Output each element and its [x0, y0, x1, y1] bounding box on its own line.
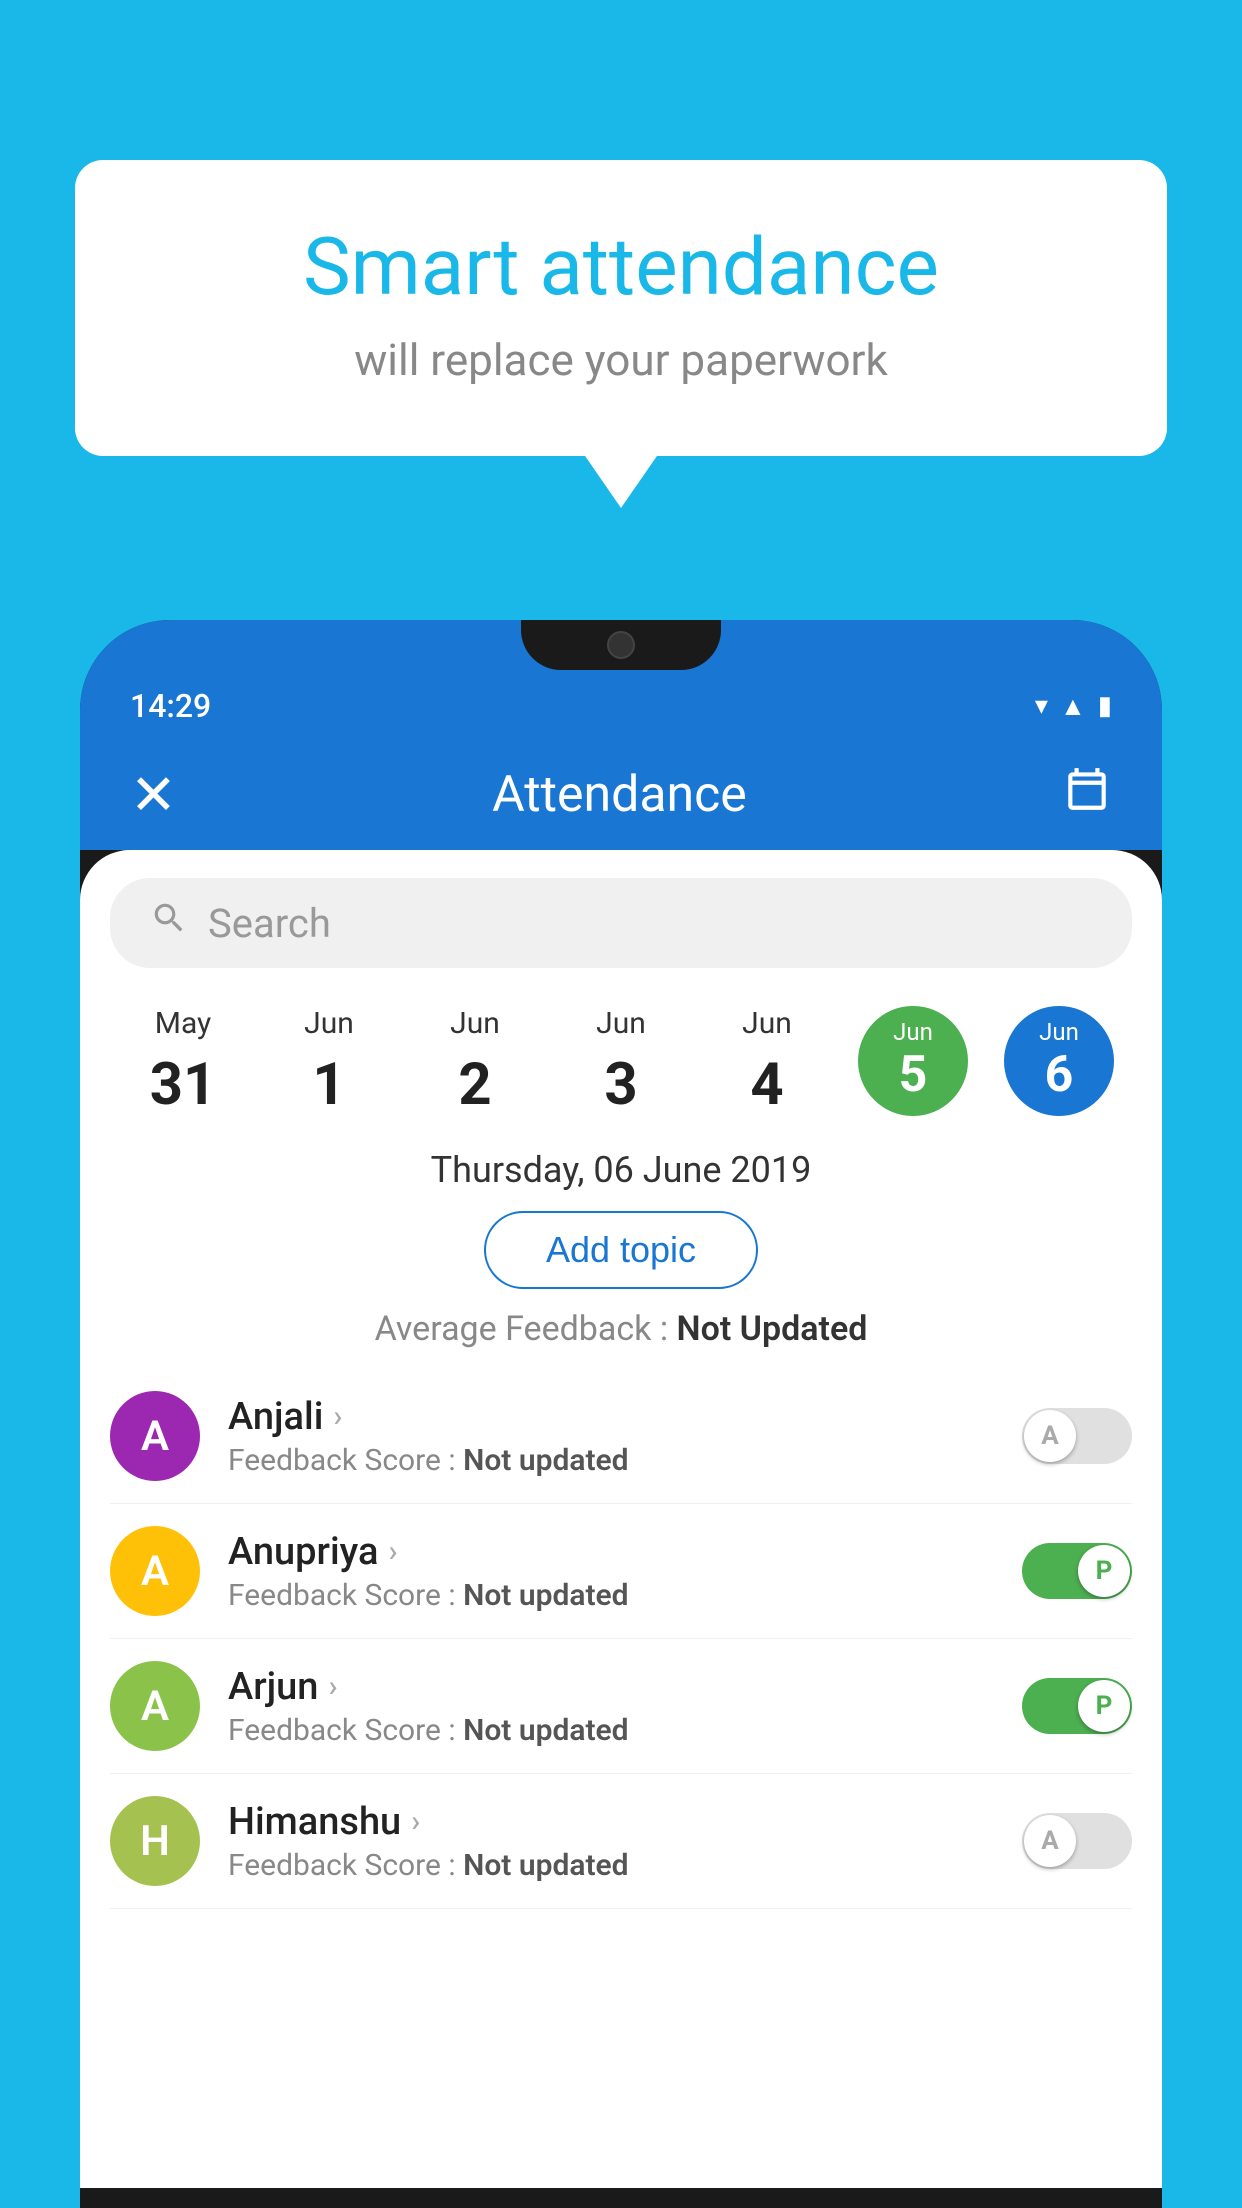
- date-month: Jun: [596, 1006, 646, 1041]
- top-bar-title: Attendance: [492, 766, 747, 824]
- speech-bubble-container: Smart attendance will replace your paper…: [75, 160, 1167, 456]
- toggle-container[interactable]: P: [1022, 1543, 1132, 1599]
- date-num: 3: [604, 1051, 637, 1119]
- chevron-icon: ›: [388, 1534, 397, 1569]
- search-input-placeholder: Search: [208, 900, 331, 947]
- date-month: May: [155, 1006, 211, 1041]
- date-num: 6: [1045, 1046, 1074, 1104]
- date-item[interactable]: May 31: [118, 1006, 248, 1119]
- feedback-value: Not updated: [463, 1578, 628, 1613]
- avg-feedback: Average Feedback : Not Updated: [80, 1309, 1162, 1349]
- date-month: Jun: [742, 1006, 792, 1041]
- top-bar: ✕ Attendance: [80, 740, 1162, 850]
- selected-date-label: Thursday, 06 June 2019: [80, 1149, 1162, 1191]
- student-list: A Anjali › Feedback Score : Not updated …: [80, 1369, 1162, 1909]
- camera-notch: [521, 620, 721, 670]
- feedback-value: Not updated: [463, 1443, 628, 1478]
- date-num: 1: [312, 1051, 345, 1119]
- avatar: A: [110, 1526, 200, 1616]
- date-num: 4: [750, 1051, 783, 1119]
- student-name: Arjun ›: [228, 1665, 994, 1709]
- status-time: 14:29: [130, 687, 211, 725]
- student-name: Himanshu ›: [228, 1800, 994, 1844]
- feedback-text: Feedback Score : Not updated: [228, 1443, 994, 1478]
- date-circle-blue: Jun 6: [1004, 1006, 1114, 1116]
- calendar-icon[interactable]: [1062, 764, 1112, 827]
- feedback-text: Feedback Score : Not updated: [228, 1578, 994, 1613]
- date-num: 2: [458, 1051, 491, 1119]
- student-row[interactable]: H Himanshu › Feedback Score : Not update…: [110, 1774, 1132, 1909]
- feedback-text: Feedback Score : Not updated: [228, 1848, 994, 1883]
- student-info: Himanshu › Feedback Score : Not updated: [228, 1800, 994, 1883]
- date-item[interactable]: Jun 1: [264, 1006, 394, 1119]
- date-month: Jun: [893, 1018, 933, 1046]
- signal-icon: ▲: [1060, 691, 1086, 722]
- student-row[interactable]: A Anupriya › Feedback Score : Not update…: [110, 1504, 1132, 1639]
- avatar: A: [110, 1391, 200, 1481]
- phone-content: Search May 31 Jun 1 Jun 2 Jun 3 Jun 4 Ju…: [80, 850, 1162, 2188]
- date-circle-green: Jun 5: [858, 1006, 968, 1116]
- status-icons: ▾ ▲ ▮: [1035, 691, 1112, 722]
- student-row[interactable]: A Arjun › Feedback Score : Not updated P: [110, 1639, 1132, 1774]
- date-item[interactable]: Jun 4: [702, 1006, 832, 1119]
- search-icon: [150, 899, 188, 947]
- student-name: Anupriya ›: [228, 1530, 994, 1574]
- feedback-value: Not updated: [463, 1848, 628, 1883]
- wifi-icon: ▾: [1035, 691, 1048, 721]
- toggle-on[interactable]: P: [1022, 1678, 1132, 1734]
- chevron-icon: ›: [411, 1804, 420, 1839]
- headline: Smart attendance: [155, 220, 1087, 314]
- battery-icon: ▮: [1098, 691, 1112, 721]
- feedback-value: Not updated: [463, 1713, 628, 1748]
- student-info: Anjali › Feedback Score : Not updated: [228, 1395, 994, 1478]
- add-topic-button[interactable]: Add topic: [484, 1211, 758, 1289]
- student-name: Anjali ›: [228, 1395, 994, 1439]
- avatar: A: [110, 1661, 200, 1751]
- date-month: Jun: [304, 1006, 354, 1041]
- student-info: Anupriya › Feedback Score : Not updated: [228, 1530, 994, 1613]
- avatar: H: [110, 1796, 200, 1886]
- speech-bubble: Smart attendance will replace your paper…: [75, 160, 1167, 456]
- date-item[interactable]: Jun 3: [556, 1006, 686, 1119]
- toggle-container[interactable]: A: [1022, 1813, 1132, 1869]
- date-item[interactable]: Jun 6: [994, 1006, 1124, 1116]
- search-bar[interactable]: Search: [110, 878, 1132, 968]
- toggle-container[interactable]: P: [1022, 1678, 1132, 1734]
- date-num: 5: [899, 1046, 928, 1104]
- feedback-text: Feedback Score : Not updated: [228, 1713, 994, 1748]
- toggle-container[interactable]: A: [1022, 1408, 1132, 1464]
- avg-feedback-value: Not Updated: [677, 1309, 868, 1349]
- date-item[interactable]: Jun 5: [848, 1006, 978, 1116]
- date-month: Jun: [1039, 1018, 1079, 1046]
- toggle-off[interactable]: A: [1022, 1408, 1132, 1464]
- phone-shell: 14:29 ▾ ▲ ▮ ✕ Attendance Search: [80, 620, 1162, 2208]
- date-item[interactable]: Jun 2: [410, 1006, 540, 1119]
- avg-feedback-label: Average Feedback :: [375, 1309, 669, 1349]
- chevron-icon: ›: [328, 1669, 337, 1704]
- close-button[interactable]: ✕: [130, 762, 177, 828]
- chevron-icon: ›: [333, 1399, 342, 1434]
- subtext: will replace your paperwork: [155, 334, 1087, 386]
- student-info: Arjun › Feedback Score : Not updated: [228, 1665, 994, 1748]
- toggle-off[interactable]: A: [1022, 1813, 1132, 1869]
- toggle-on[interactable]: P: [1022, 1543, 1132, 1599]
- date-month: Jun: [450, 1006, 500, 1041]
- date-strip: May 31 Jun 1 Jun 2 Jun 3 Jun 4 Jun 5: [80, 996, 1162, 1139]
- camera-dot: [607, 631, 635, 659]
- student-row[interactable]: A Anjali › Feedback Score : Not updated …: [110, 1369, 1132, 1504]
- date-num: 31: [150, 1051, 217, 1119]
